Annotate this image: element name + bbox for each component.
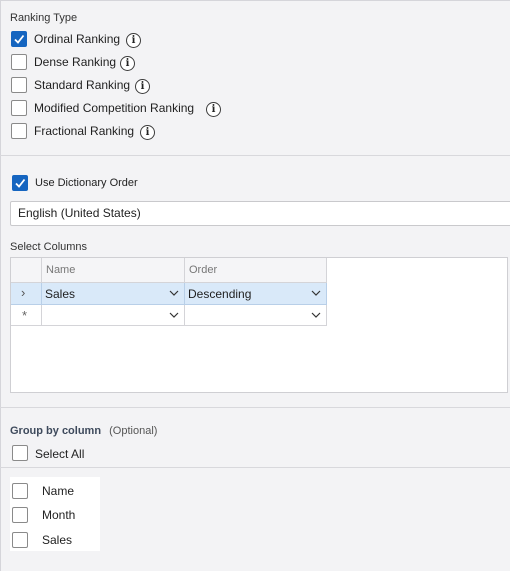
fractional-ranking-checkbox[interactable] bbox=[11, 123, 27, 139]
standard-ranking-checkbox[interactable] bbox=[11, 77, 27, 93]
left-border bbox=[0, 0, 1, 571]
info-icon[interactable]: i bbox=[126, 33, 141, 48]
group-by-name-checkbox[interactable] bbox=[12, 483, 28, 499]
order-dropdown[interactable]: Descending bbox=[185, 283, 327, 305]
dictionary-language-field[interactable]: English (United States) bbox=[10, 201, 510, 226]
info-icon[interactable]: i bbox=[120, 56, 135, 71]
section-divider bbox=[0, 155, 510, 156]
checkmark-icon bbox=[15, 178, 26, 188]
ordinal-ranking-label: Ordinal Ranking bbox=[34, 32, 121, 46]
info-icon[interactable]: i bbox=[206, 102, 221, 117]
section-divider bbox=[0, 407, 510, 408]
top-border bbox=[0, 0, 510, 1]
chevron-down-icon bbox=[311, 312, 321, 318]
fractional-ranking-label: Fractional Ranking bbox=[34, 124, 135, 138]
grid-corner-header bbox=[11, 258, 42, 283]
select-all-label: Select All bbox=[35, 447, 85, 461]
name-dropdown[interactable]: Sales bbox=[42, 283, 185, 305]
new-row-asterisk-icon: * bbox=[22, 308, 28, 323]
info-icon[interactable]: i bbox=[140, 125, 155, 140]
dense-ranking-label: Dense Ranking bbox=[34, 55, 117, 69]
group-by-month-checkbox[interactable] bbox=[12, 507, 28, 523]
select-columns-title: Select Columns bbox=[10, 241, 88, 253]
use-dictionary-order-checkbox[interactable] bbox=[12, 175, 28, 191]
group-by-title-text: Group by column bbox=[10, 425, 102, 437]
ordinal-ranking-checkbox[interactable] bbox=[11, 31, 27, 47]
dense-ranking-checkbox[interactable] bbox=[11, 54, 27, 70]
row-indicator[interactable]: › bbox=[11, 283, 42, 305]
new-row-indicator[interactable]: * bbox=[11, 305, 42, 326]
order-cell-value: Descending bbox=[188, 287, 252, 301]
standard-ranking-label: Standard Ranking bbox=[34, 78, 131, 92]
section-divider bbox=[0, 467, 510, 468]
checkmark-icon bbox=[14, 34, 25, 44]
info-icon[interactable]: i bbox=[135, 79, 150, 94]
order-column-header[interactable]: Order bbox=[185, 258, 327, 283]
chevron-down-icon bbox=[169, 312, 179, 318]
group-by-month-label: Month bbox=[42, 508, 76, 522]
use-dictionary-order-label: Use Dictionary Order bbox=[35, 177, 138, 189]
optional-hint: (Optional) bbox=[109, 425, 158, 437]
group-by-sales-checkbox[interactable] bbox=[12, 532, 28, 548]
group-by-sales-label: Sales bbox=[42, 533, 73, 547]
new-name-dropdown[interactable] bbox=[42, 305, 185, 326]
modified-competition-ranking-checkbox[interactable] bbox=[11, 100, 27, 116]
chevron-down-icon bbox=[169, 290, 179, 296]
chevron-down-icon bbox=[311, 290, 321, 296]
row-pointer-icon: › bbox=[21, 285, 26, 300]
modified-competition-ranking-label: Modified Competition Ranking bbox=[34, 101, 195, 115]
select-columns-grid: Name Order › Sales Descending * bbox=[10, 257, 508, 393]
select-all-checkbox[interactable] bbox=[12, 445, 28, 461]
group-by-name-label: Name bbox=[42, 484, 75, 498]
group-by-title: Group by column (Optional) bbox=[10, 425, 157, 437]
ranking-type-title: Ranking Type bbox=[10, 12, 78, 24]
new-order-dropdown[interactable] bbox=[185, 305, 327, 326]
name-column-header[interactable]: Name bbox=[42, 258, 185, 283]
group-by-column-list: Name Month Sales bbox=[10, 477, 100, 551]
name-cell-value: Sales bbox=[45, 287, 76, 301]
